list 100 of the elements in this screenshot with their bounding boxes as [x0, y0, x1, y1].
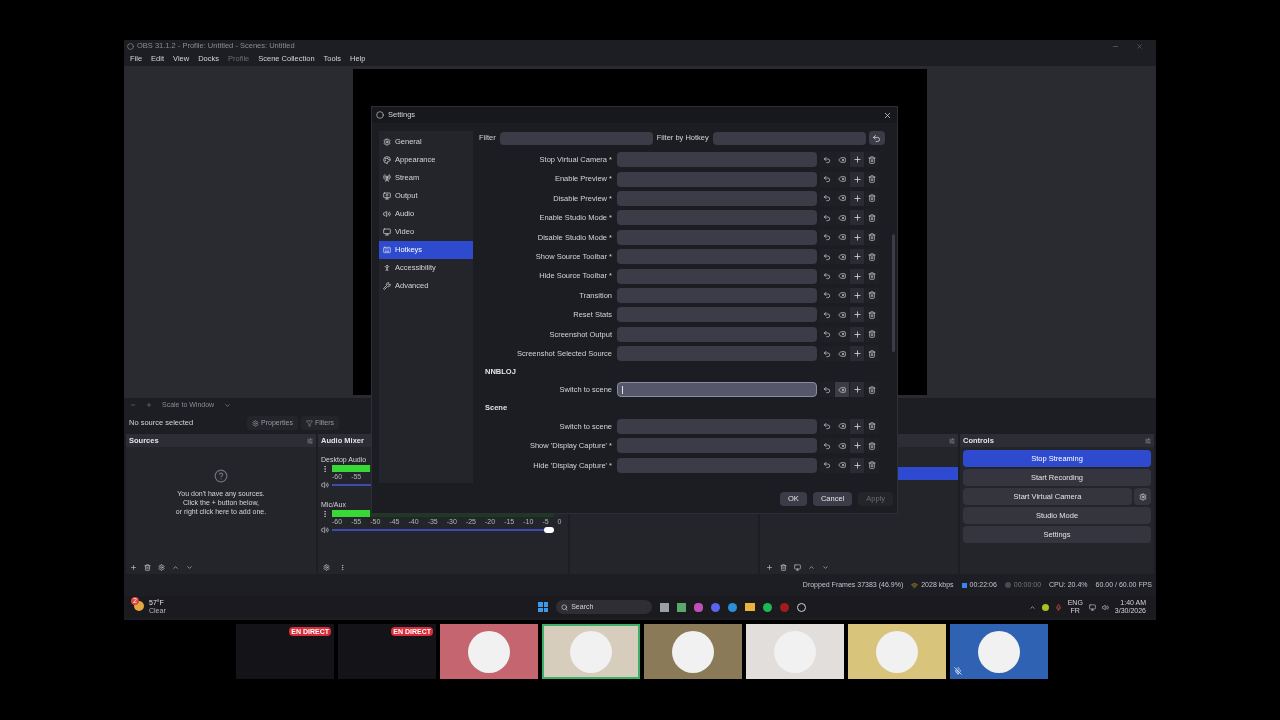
delete-button[interactable]	[865, 287, 879, 303]
settings-button[interactable]	[1134, 488, 1151, 505]
revert-button[interactable]	[820, 249, 834, 265]
more-icon[interactable]	[321, 465, 329, 473]
speaker-icon[interactable]	[321, 526, 329, 534]
delete-button[interactable]	[865, 326, 879, 342]
clear-button[interactable]	[835, 418, 849, 434]
down-icon[interactable]	[186, 563, 193, 571]
add-button[interactable]	[850, 418, 864, 434]
clear-button[interactable]	[835, 307, 849, 323]
clear-button[interactable]	[835, 190, 849, 206]
delete-button[interactable]	[865, 307, 879, 323]
hotkey-input-field[interactable]	[617, 457, 817, 473]
participant-tile[interactable]	[644, 624, 742, 679]
delete-icon[interactable]	[780, 563, 787, 571]
add-button[interactable]	[850, 152, 864, 168]
up-icon[interactable]	[808, 563, 815, 571]
hotkey-input-field[interactable]	[617, 346, 817, 362]
hotkey-input-field[interactable]	[617, 418, 817, 434]
delete-button[interactable]	[865, 171, 879, 187]
revert-button[interactable]	[820, 438, 834, 454]
folder-icon[interactable]	[745, 603, 756, 611]
revert-button[interactable]	[820, 229, 834, 245]
participant-tile[interactable]	[848, 624, 946, 679]
participant-tile[interactable]	[746, 624, 844, 679]
clear-button[interactable]	[835, 346, 849, 362]
delete-button[interactable]	[865, 418, 879, 434]
hotkey-input-field[interactable]	[617, 438, 817, 454]
revert-button[interactable]	[820, 210, 834, 226]
clear-button[interactable]	[835, 249, 849, 265]
down-icon[interactable]	[822, 563, 829, 571]
delete-button[interactable]	[865, 438, 879, 454]
hotkey-input-field[interactable]	[617, 210, 817, 226]
delete-button[interactable]	[865, 152, 879, 168]
more-icon[interactable]	[321, 510, 329, 518]
delete-button[interactable]	[865, 457, 879, 473]
add-button[interactable]	[850, 190, 864, 206]
revert-button[interactable]	[820, 346, 834, 362]
clear-button[interactable]	[835, 457, 849, 473]
volume-thumb[interactable]	[544, 527, 554, 533]
hotkey-filter-input-field[interactable]	[712, 131, 866, 145]
dropdown-caret-icon[interactable]	[224, 401, 232, 409]
delete-icon[interactable]	[144, 563, 151, 571]
add-button[interactable]	[850, 346, 864, 362]
revert-button[interactable]	[820, 418, 834, 434]
revert-button[interactable]	[820, 457, 834, 473]
hotkey-input-field[interactable]	[617, 326, 817, 342]
filter-input-field[interactable]	[499, 131, 653, 145]
hotkey-input-field[interactable]	[617, 171, 817, 187]
hotkey-input-field[interactable]	[617, 249, 817, 265]
hotkey-input-field[interactable]	[617, 190, 817, 206]
add-button[interactable]	[850, 307, 864, 323]
clear-button[interactable]	[835, 210, 849, 226]
settings-icon[interactable]	[323, 563, 330, 571]
revert-button[interactable]	[820, 190, 834, 206]
delete-button[interactable]	[865, 210, 879, 226]
delete-button[interactable]	[865, 346, 879, 362]
revert-button[interactable]	[820, 382, 834, 398]
clear-button[interactable]	[835, 152, 849, 168]
display-icon[interactable]	[1088, 603, 1096, 611]
clear-button[interactable]	[835, 287, 849, 303]
tray-app-icon[interactable]	[1041, 603, 1049, 611]
add-button[interactable]	[850, 382, 864, 398]
add-button[interactable]	[850, 210, 864, 226]
clear-button[interactable]	[835, 229, 849, 245]
reset-filter-button[interactable]	[868, 131, 885, 145]
add-button[interactable]	[850, 249, 864, 265]
tray-expand-icon[interactable]	[1028, 603, 1036, 611]
speaker-icon[interactable]	[321, 481, 329, 489]
panel-icon[interactable]	[794, 563, 801, 571]
hotkey-input-field[interactable]	[617, 229, 817, 245]
hotkey-input-field[interactable]	[617, 287, 817, 303]
delete-button[interactable]	[865, 382, 879, 398]
clear-button[interactable]	[835, 268, 849, 284]
delete-button[interactable]	[865, 249, 879, 265]
hotkey-input-field[interactable]	[617, 268, 817, 284]
add-button[interactable]	[850, 229, 864, 245]
revert-button[interactable]	[820, 171, 834, 187]
delete-button[interactable]	[865, 268, 879, 284]
delete-button[interactable]	[865, 190, 879, 206]
add-button[interactable]	[850, 438, 864, 454]
participant-tile[interactable]	[440, 624, 538, 679]
revert-button[interactable]	[820, 287, 834, 303]
revert-button[interactable]	[820, 326, 834, 342]
revert-button[interactable]	[820, 268, 834, 284]
hotkey-input-field[interactable]	[617, 152, 817, 168]
up-icon[interactable]	[172, 563, 179, 571]
hotkey-input-field[interactable]	[617, 307, 817, 323]
clear-button[interactable]	[835, 382, 849, 398]
participant-tile[interactable]	[950, 624, 1048, 679]
revert-button[interactable]	[820, 307, 834, 323]
volume-icon[interactable]	[1101, 603, 1109, 611]
clear-button[interactable]	[835, 326, 849, 342]
add-icon[interactable]	[130, 563, 137, 571]
revert-button[interactable]	[820, 152, 834, 168]
add-button[interactable]	[850, 287, 864, 303]
add-icon[interactable]	[766, 563, 773, 571]
scrollbar[interactable]	[892, 234, 895, 352]
add-button[interactable]	[850, 457, 864, 473]
start-icon[interactable]	[538, 602, 549, 612]
